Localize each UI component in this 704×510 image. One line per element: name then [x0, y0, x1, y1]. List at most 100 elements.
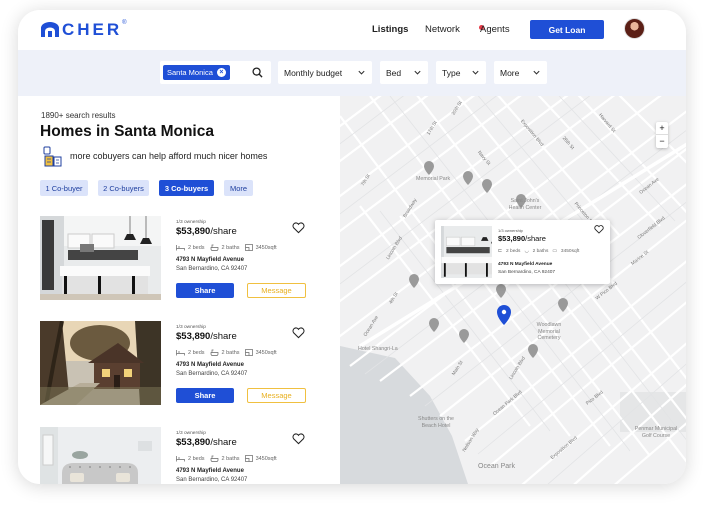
place-label: Shutters on the Beach Hotel: [418, 416, 454, 429]
message-button[interactable]: Message: [247, 388, 306, 403]
chevron-down-icon: [414, 70, 421, 75]
zoom-in-button[interactable]: +: [656, 122, 668, 135]
baths-value: 2 baths: [532, 249, 549, 254]
heart-icon[interactable]: [292, 327, 305, 339]
promo-text: more cobuyers can help afford much nicer…: [70, 151, 268, 161]
nav-listings[interactable]: Listings: [372, 24, 408, 35]
listing-features: ⊏ 2 beds ◡ 2 baths ▭ 3450sqft: [498, 249, 579, 254]
filter-bar: Santa Monica × Monthly budget Bed Type M…: [18, 50, 686, 96]
place-label: Memorial Park: [416, 176, 451, 182]
listing-photo-kitchen[interactable]: [40, 216, 161, 300]
chevron-down-icon: [533, 70, 540, 75]
app-window: CHER ® Listings Network Agents Get Loan …: [18, 10, 686, 484]
share-button[interactable]: Share: [176, 283, 234, 298]
brand-registered-mark: ®: [122, 20, 127, 26]
baths-value: 2 baths: [221, 455, 240, 462]
map-view[interactable]: Lincoln Blvd W Pico Blvd Ocean Park Blvd…: [340, 96, 686, 484]
area-icon: [244, 455, 253, 462]
location-search-input[interactable]: Santa Monica ×: [160, 61, 271, 84]
active-map-pin-icon: [497, 305, 511, 325]
price-value: $53,890: [498, 234, 526, 243]
top-navigation: CHER ® Listings Network Agents Get Loan: [18, 10, 686, 50]
ownership-label: 1/3 ownership: [498, 228, 523, 233]
bath-feature: 2 baths: [210, 349, 240, 356]
heart-icon[interactable]: [292, 222, 305, 234]
remove-chip-icon[interactable]: ×: [216, 68, 226, 77]
dropdown-label: Type: [442, 67, 461, 78]
popup-photo[interactable]: [441, 226, 492, 278]
bed-feature: 2 beds: [176, 455, 205, 462]
results-count: 1890+ search results: [41, 111, 116, 120]
bed-feature: 2 beds: [176, 349, 205, 356]
beds-value: 2 beds: [188, 244, 205, 251]
listing-city: San Bernardino, CA 92407: [176, 371, 248, 377]
monthly-budget-dropdown[interactable]: Monthly budget: [278, 61, 372, 84]
heart-icon[interactable]: [292, 433, 305, 445]
dropdown-label: More: [500, 67, 520, 78]
cobuyer-icon: [43, 146, 62, 167]
listing-features: 2 beds 2 baths 3450sqft: [176, 455, 277, 462]
location-chip-label: Santa Monica: [167, 68, 213, 77]
listing-card[interactable]: 1/3 ownership $53,890/share 2 beds 2 bat…: [40, 427, 330, 484]
brand-logo[interactable]: CHER ®: [40, 19, 127, 41]
listing-city: San Bernardino, CA 92407: [176, 477, 248, 483]
nav-agents[interactable]: Agents: [480, 24, 510, 35]
listing-photo-house[interactable]: [40, 321, 161, 405]
bed-icon: [176, 350, 185, 356]
get-loan-button[interactable]: Get Loan: [530, 20, 604, 39]
listing-city: San Bernardino, CA 92407: [176, 266, 248, 272]
bed-icon: [176, 456, 185, 462]
cobuyer-option-1[interactable]: 1 Co-buyer: [40, 180, 88, 196]
dropdown-label: Monthly budget: [284, 67, 343, 78]
search-icon[interactable]: [252, 67, 263, 78]
listing-address: 4793 N Mayfield Avenue: [498, 262, 553, 267]
map-pin-icon: [429, 318, 439, 332]
location-chip[interactable]: Santa Monica ×: [163, 65, 230, 80]
map-pin-icon: [409, 274, 419, 288]
place-label: Ocean Park: [478, 463, 515, 470]
place-label: Penmar Municipal Golf Course: [634, 426, 678, 439]
bed-dropdown[interactable]: Bed: [380, 61, 428, 84]
cobuyer-option-2[interactable]: 2 Co-buyers: [98, 180, 149, 196]
bath-feature: 2 baths: [210, 244, 240, 251]
beds-value: 2 beds: [188, 455, 205, 462]
listing-photo-living-room[interactable]: [40, 427, 161, 484]
type-dropdown[interactable]: Type: [436, 61, 486, 84]
bed-icon: ⊏: [498, 249, 503, 254]
baths-value: 2 baths: [221, 349, 240, 356]
place-label: Woodlawn Memorial Cemetery: [536, 322, 562, 341]
bath-icon: [210, 244, 218, 251]
map-pin-icon: [528, 344, 538, 358]
place-label: Hotel Shangri-La: [358, 346, 398, 352]
listing-address: 4793 N Mayfield Avenue: [176, 257, 244, 263]
bed-icon: [176, 245, 185, 251]
area-feature: 3450sqft: [244, 244, 277, 251]
message-button[interactable]: Message: [247, 283, 306, 298]
cobuyer-option-3[interactable]: 3 Co-buyers: [159, 180, 214, 196]
listing-card[interactable]: 1/3 ownership $53,890/share 2 beds 2 bat…: [40, 321, 330, 405]
area-icon: ▭: [552, 249, 557, 254]
price-unit: /share: [210, 331, 237, 342]
results-panel[interactable]: 1890+ search results Homes in Santa Moni…: [18, 96, 340, 484]
area-icon: [244, 244, 253, 251]
listing-address: 4793 N Mayfield Avenue: [176, 362, 244, 368]
brand-name: CHER: [62, 20, 123, 39]
zoom-out-button[interactable]: −: [656, 135, 668, 148]
share-button[interactable]: Share: [176, 388, 234, 403]
user-avatar[interactable]: [624, 18, 645, 39]
area-feature: 3450sqft: [244, 349, 277, 356]
more-dropdown[interactable]: More: [494, 61, 547, 84]
nav-network[interactable]: Network: [425, 24, 460, 35]
listing-features: 2 beds 2 baths 3450sqft: [176, 244, 277, 251]
cobuyer-option-more[interactable]: More: [224, 180, 253, 196]
price-unit: /share: [210, 437, 237, 448]
heart-icon[interactable]: [594, 225, 604, 234]
ownership-label: 1/3 ownership: [176, 325, 206, 330]
listing-features: 2 beds 2 baths 3450sqft: [176, 349, 277, 356]
share-price: $53,890/share: [498, 234, 546, 243]
map-listing-popup[interactable]: 1/3 ownership $53,890/share ⊏ 2 beds ◡ 2 b…: [435, 220, 610, 284]
listing-card[interactable]: 1/3 ownership $53,890/share 2 beds 2 bat…: [40, 216, 330, 300]
chevron-down-icon: [358, 70, 365, 75]
price-unit: /share: [525, 234, 546, 243]
bath-feature: 2 baths: [210, 455, 240, 462]
